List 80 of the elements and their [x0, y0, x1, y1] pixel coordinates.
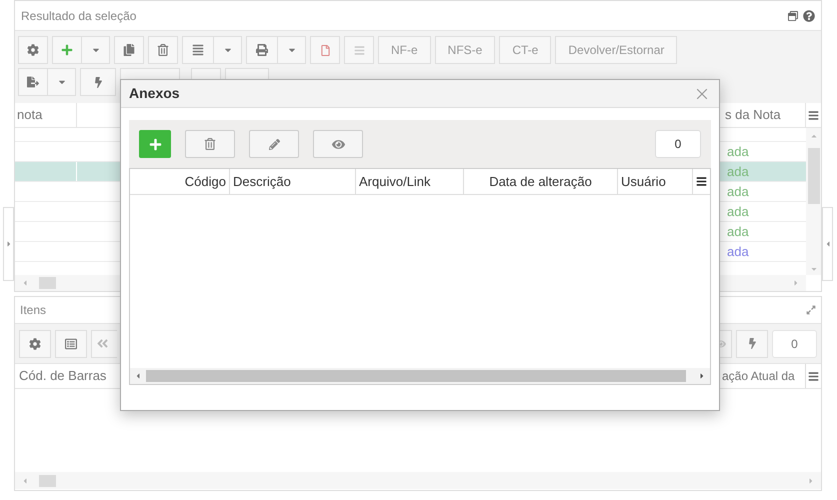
- expand-icon[interactable]: [806, 305, 816, 315]
- toolbar-button[interactable]: NF-e: [378, 36, 431, 64]
- report-button[interactable]: [344, 36, 374, 64]
- list-icon: [65, 338, 77, 350]
- list-button[interactable]: [55, 330, 87, 358]
- caret-icon: [810, 132, 818, 140]
- edit-button[interactable]: [249, 130, 299, 158]
- count-badge: 0: [655, 130, 701, 158]
- toolbar-button[interactable]: NFS-e: [434, 36, 496, 64]
- toolbar-button[interactable]: Devolver/Estornar: [555, 36, 678, 64]
- status-text: ada: [727, 183, 749, 201]
- status-text: ada: [727, 203, 749, 221]
- column-header[interactable]: Descrição: [230, 169, 356, 194]
- settings-icon: [29, 338, 41, 350]
- lightning-icon: [92, 76, 104, 88]
- status-text: ada: [727, 143, 749, 161]
- settings-icon: [27, 44, 39, 56]
- panel-title: Resultado da seleção: [21, 8, 136, 24]
- caret-icon: [698, 372, 706, 380]
- copy-icon: [123, 44, 135, 56]
- document-icon: [320, 44, 330, 56]
- scrollbar-thumb[interactable]: [39, 474, 56, 486]
- add-button[interactable]: [52, 36, 82, 64]
- printer-icon: [256, 44, 268, 56]
- status-text: ada: [727, 243, 749, 261]
- previous-button[interactable]: [91, 330, 117, 358]
- export-button[interactable]: [18, 68, 48, 96]
- toolbar-button[interactable]: CT-e: [499, 36, 552, 64]
- vertical-scrollbar[interactable]: [806, 128, 821, 275]
- column-header[interactable]: Usuário: [618, 169, 693, 194]
- trash-icon: [204, 138, 216, 150]
- column-header[interactable]: Cód. de Barras: [15, 364, 121, 388]
- dialog-title: Anexos: [129, 84, 180, 103]
- toolbar-button[interactable]: [719, 330, 732, 358]
- view-button[interactable]: [313, 130, 363, 158]
- side-panel-toggle[interactable]: [3, 207, 14, 281]
- panel-title: Itens: [20, 302, 46, 319]
- print-button[interactable]: [246, 36, 278, 64]
- lines-icon: [354, 44, 364, 56]
- settings-button[interactable]: [19, 330, 51, 358]
- list-button[interactable]: [182, 36, 214, 64]
- delete-button[interactable]: [148, 36, 178, 64]
- caret-icon: [792, 279, 800, 287]
- caret-icon: [4, 240, 12, 248]
- copy-button[interactable]: [114, 36, 144, 64]
- add-button[interactable]: [139, 130, 171, 158]
- column-header[interactable]: nota: [15, 103, 77, 127]
- column-menu-icon[interactable]: [696, 176, 707, 187]
- plus-icon: [148, 138, 162, 150]
- status-text: ada: [727, 223, 749, 241]
- restore-window-icon[interactable]: [788, 10, 798, 20]
- trash-icon: [157, 44, 169, 56]
- column-header[interactable]: Data de alteração: [464, 169, 618, 194]
- help-icon[interactable]: [803, 10, 815, 22]
- file-export-icon: [27, 76, 39, 88]
- status-text: ada: [727, 163, 749, 181]
- eye-icon: [332, 138, 344, 150]
- caret-icon: [134, 372, 142, 380]
- pencil-icon: [268, 138, 280, 150]
- horizontal-scrollbar[interactable]: [15, 472, 821, 489]
- settings-button[interactable]: [18, 36, 48, 64]
- column-header[interactable]: Código: [130, 169, 230, 194]
- action-button[interactable]: [80, 68, 116, 96]
- caret-icon: [810, 265, 818, 273]
- count-badge: 0: [772, 330, 817, 358]
- action-button[interactable]: [736, 330, 768, 358]
- list-icon: [192, 44, 204, 56]
- cancel-document-button[interactable]: [310, 36, 340, 64]
- delete-button[interactable]: [185, 130, 235, 158]
- column-header[interactable]: s da Nota: [722, 103, 806, 127]
- caret-icon: [21, 279, 29, 287]
- caret-icon: [807, 476, 815, 484]
- horizontal-scrollbar[interactable]: [130, 368, 710, 384]
- caret-icon: [21, 476, 29, 484]
- lightning-icon: [746, 338, 758, 349]
- double-left-icon: [96, 337, 109, 350]
- plus-icon: [61, 44, 73, 56]
- column-header[interactable]: Arquivo/Link: [356, 169, 464, 194]
- scrollbar-thumb[interactable]: [39, 277, 56, 289]
- side-panel-toggle[interactable]: [822, 207, 833, 281]
